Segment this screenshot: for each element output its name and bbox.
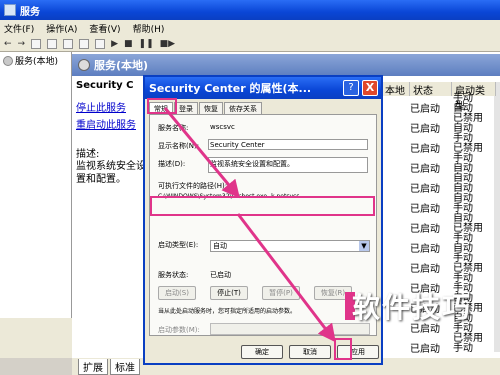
service-status-label: 服务状态:: [158, 271, 189, 279]
status-cell: 已启动: [410, 184, 440, 195]
display-name-value: Security Center: [210, 141, 265, 149]
description-label: 描述:: [76, 149, 100, 160]
toolbar: ← → ▶ ■ ❚❚ ■▶: [0, 36, 500, 52]
service-name-label: 服务名称:: [158, 124, 189, 132]
ok-button[interactable]: 确定: [241, 345, 283, 359]
dialog-title: Security Center 的属性(本...: [149, 82, 312, 95]
gear-icon: [3, 55, 13, 66]
status-cell: 已启动: [410, 164, 440, 175]
pause-icon[interactable]: ❚❚: [139, 39, 154, 49]
left-scrollbar[interactable]: [0, 318, 72, 358]
startup-type-select[interactable]: 自动 ▼: [210, 240, 370, 252]
close-button[interactable]: X: [362, 80, 378, 96]
chevron-down-icon[interactable]: ▼: [359, 241, 369, 251]
tree-item-label: 服务(本地): [15, 57, 59, 67]
apply-button-highlight: [334, 338, 352, 360]
menubar: 文件(F) 操作(A) 查看(V) 帮助(H): [0, 20, 500, 36]
status-cell: 已启动: [410, 204, 440, 215]
general-tab-body: 服务名称: wscsvc 显示名称(N): Security Center 描述…: [149, 114, 377, 336]
help-toolbar-icon[interactable]: [95, 38, 106, 49]
startup-type-value: 自动: [213, 242, 227, 250]
export-icon[interactable]: [79, 38, 90, 49]
description-field-label: 描述(D):: [158, 160, 186, 168]
startup-type-label: 启动类型(E):: [158, 241, 199, 249]
service-title: Security C: [76, 80, 134, 91]
status-cell: 已启动: [410, 344, 440, 355]
refresh-icon[interactable]: [63, 38, 74, 49]
menu-view[interactable]: 查看(V): [89, 22, 120, 35]
status-cell: 已启动: [410, 224, 440, 235]
help-button[interactable]: ?: [343, 80, 359, 96]
gear-icon: [78, 59, 90, 71]
description-field-value: 监视系统安全设置和配置。: [210, 160, 294, 168]
tree-item-services-local[interactable]: 服务(本地): [0, 52, 71, 69]
description-text: 监视系统安全设置和配置。: [76, 161, 146, 185]
main-titlebar: 服务: [0, 0, 500, 20]
watermark-text: 软件技巧: [352, 291, 473, 324]
main-window-title: 服务: [20, 6, 40, 18]
tab-extended[interactable]: 扩展: [78, 358, 108, 375]
column-header-status[interactable]: 状态: [410, 82, 452, 97]
stop-icon[interactable]: ■: [124, 39, 133, 49]
properties-dialog: Security Center 的属性(本... ? X 常规 登录 恢复 依存…: [143, 75, 383, 365]
tab-standard[interactable]: 标准: [110, 358, 140, 375]
general-tab-highlight: [147, 98, 177, 114]
service-status-value: 已启动: [210, 271, 231, 279]
column-header-desc[interactable]: 本地: [382, 82, 410, 97]
status-cell: 已启动: [410, 124, 440, 135]
properties-icon[interactable]: [47, 38, 58, 49]
status-cell: 已启动: [410, 144, 440, 155]
forward-icon[interactable]: →: [18, 39, 26, 49]
start-params-label: 启动参数(M):: [158, 326, 200, 334]
status-cell: 已启动: [410, 264, 440, 275]
display-name-label: 显示名称(N):: [158, 142, 200, 150]
startup-type-highlight: [150, 196, 375, 216]
menu-help[interactable]: 帮助(H): [133, 22, 165, 35]
list-scrollbar[interactable]: [494, 82, 500, 352]
description-panel: Security C 停止此服务 重启动此服务 描述: 监视系统安全设置和配置。: [76, 80, 146, 186]
start-type-cell: 手动: [453, 343, 473, 354]
content-header-title: 服务(本地): [94, 59, 149, 72]
status-cell: 已启动: [410, 244, 440, 255]
play-icon[interactable]: ▶: [111, 39, 118, 49]
back-icon[interactable]: ←: [4, 39, 12, 49]
console-tree-icon[interactable]: [31, 38, 42, 49]
services-app-icon: [4, 4, 16, 16]
restart-icon[interactable]: ■▶: [160, 39, 175, 49]
stop-service-link[interactable]: 停止此服务: [76, 99, 146, 114]
menu-action[interactable]: 操作(A): [46, 22, 77, 35]
start-params-hint: 当从此处启动服务时，您可指定所适用的启动参数。: [158, 308, 297, 315]
service-name-value: wscsvc: [210, 123, 235, 131]
tree-pane: 服务(本地): [0, 52, 72, 358]
start-params-field[interactable]: [210, 323, 370, 335]
start-button[interactable]: 启动(S): [158, 286, 196, 300]
path-label: 可执行文件的路径(H):: [158, 182, 228, 190]
restart-service-link[interactable]: 重启动此服务: [76, 116, 146, 131]
content-header: 服务(本地): [72, 54, 500, 76]
status-cell: 已启动: [410, 104, 440, 115]
stop-button[interactable]: 停止(T): [210, 286, 248, 300]
cancel-button[interactable]: 取消: [289, 345, 331, 359]
menu-file[interactable]: 文件(F): [4, 22, 34, 35]
pause-button[interactable]: 暂停(P): [262, 286, 300, 300]
